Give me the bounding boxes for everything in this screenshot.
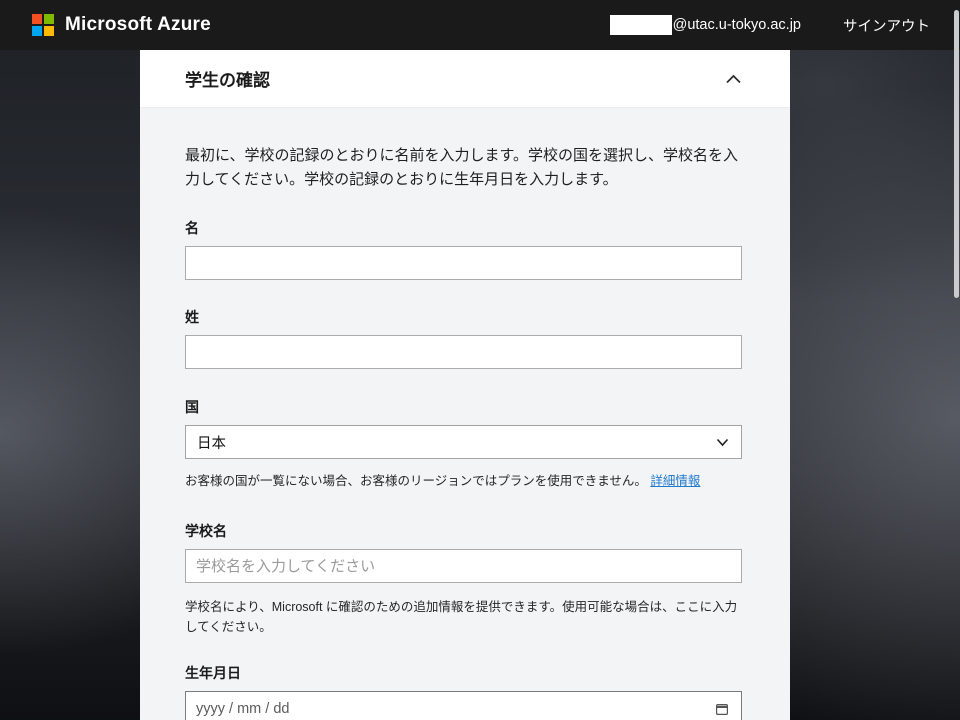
school-name-label: 学校名 <box>185 521 742 541</box>
country-helper-span: お客様の国が一覧にない場合、お客様のリージョンではプランを使用できません。 <box>185 474 650 488</box>
account-email: @utac.u-tokyo.ac.jp <box>610 15 801 35</box>
card-title: 学生の確認 <box>185 66 270 91</box>
ms-logo-blue-square <box>32 26 42 36</box>
microsoft-logo-icon <box>32 14 54 36</box>
ms-logo-green-square <box>44 14 54 24</box>
collapse-section-button[interactable] <box>723 71 744 87</box>
redacted-email-local-part <box>610 15 672 35</box>
first-name-label: 名 <box>185 218 742 238</box>
country-label: 国 <box>185 397 742 417</box>
country-select[interactable]: 日本 <box>185 425 742 459</box>
ms-logo-red-square <box>32 14 42 24</box>
school-name-input[interactable] <box>185 549 742 583</box>
country-selected-value: 日本 <box>197 432 226 453</box>
last-name-group: 姓 <box>185 307 742 369</box>
birthdate-group: 生年月日 <box>185 663 742 720</box>
school-group: 学校名 学校名により、Microsoft に確認のための追加情報を提供できます。… <box>185 521 742 637</box>
card-header: 学生の確認 <box>140 50 790 108</box>
country-helper-text: お客様の国が一覧にない場合、お客様のリージョンではプランを使用できません。 詳細… <box>185 471 742 491</box>
vertical-scrollbar-thumb[interactable] <box>954 10 959 298</box>
brand: Microsoft Azure <box>32 14 211 36</box>
date-picker-button[interactable] <box>714 701 730 717</box>
learn-more-link[interactable]: 詳細情報 <box>650 474 700 488</box>
brand-title: Microsoft Azure <box>65 14 211 36</box>
calendar-icon <box>714 701 730 717</box>
student-verification-card: 学生の確認 最初に、学校の記録のとおりに名前を入力します。学校の国を選択し、学校… <box>140 50 790 720</box>
last-name-label: 姓 <box>185 307 742 327</box>
birthdate-input[interactable] <box>196 701 714 717</box>
birthdate-field <box>185 691 742 720</box>
first-name-input[interactable] <box>185 246 742 280</box>
intro-text: 最初に、学校の記録のとおりに名前を入力します。学校の国を選択し、学校名を入力して… <box>185 144 742 192</box>
topbar-right: @utac.u-tokyo.ac.jp サインアウト <box>610 15 930 36</box>
school-helper-text: 学校名により、Microsoft に確認のための追加情報を提供できます。使用可能… <box>185 597 742 637</box>
top-bar: Microsoft Azure @utac.u-tokyo.ac.jp サインア… <box>0 0 960 50</box>
first-name-group: 名 <box>185 218 742 280</box>
page-background: Microsoft Azure @utac.u-tokyo.ac.jp サインア… <box>0 0 960 720</box>
card-body: 最初に、学校の記録のとおりに名前を入力します。学校の国を選択し、学校名を入力して… <box>140 108 790 720</box>
country-group: 国 日本 お客様の国が一覧にない場合、お客様のリージョンではプランを使用できませ… <box>185 397 742 491</box>
chevron-up-icon <box>725 73 742 85</box>
email-domain: @utac.u-tokyo.ac.jp <box>673 17 801 33</box>
ms-logo-yellow-square <box>44 26 54 36</box>
last-name-input[interactable] <box>185 335 742 369</box>
birthdate-label: 生年月日 <box>185 663 742 683</box>
sign-out-button[interactable]: サインアウト <box>843 15 930 36</box>
chevron-down-icon <box>716 438 729 447</box>
